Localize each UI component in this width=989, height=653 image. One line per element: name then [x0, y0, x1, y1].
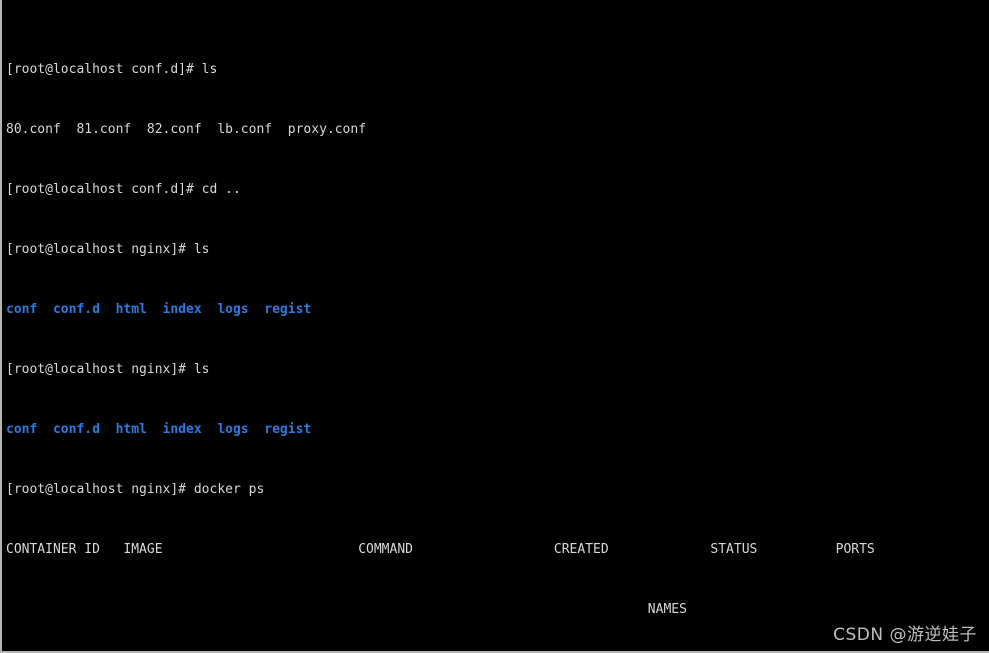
ls-output-confd: 80.conf 81.conf 82.conf lb.conf proxy.co… — [6, 122, 367, 137]
command-text: ls — [193, 362, 210, 377]
shell-prompt: [root@localhost nginx]# — [6, 362, 194, 377]
shell-prompt: [root@localhost nginx]# — [6, 242, 194, 257]
terminal-line: conf conf.d html index logs regist — [6, 422, 989, 437]
command-text: ls — [193, 242, 210, 257]
terminal-line: [root@localhost nginx]# ls — [6, 242, 989, 257]
command-text: cd .. — [201, 182, 241, 197]
shell-prompt: [root@localhost nginx]# — [6, 482, 194, 497]
terminal-line: 80.conf 81.conf 82.conf lb.conf proxy.co… — [6, 122, 989, 137]
docker-ps-header: CONTAINER ID IMAGE COMMAND CREATED STATU… — [6, 542, 989, 557]
docker-ps-header-names-text: NAMES — [6, 602, 687, 617]
ls-output-nginx-dir: conf conf.d html index logs regist — [6, 302, 312, 317]
terminal-line: [root@localhost nginx]# docker ps — [6, 482, 989, 497]
terminal-line: conf conf.d html index logs regist — [6, 302, 989, 317]
command-text: ls — [201, 62, 218, 77]
terminal-line: [root@localhost conf.d]# cd .. — [6, 182, 989, 197]
ls-output-nginx-dir: conf conf.d html index logs regist — [6, 422, 312, 437]
terminal-line: [root@localhost nginx]# ls — [6, 362, 989, 377]
terminal-window[interactable]: [root@localhost conf.d]# ls 80.conf 81.c… — [0, 0, 989, 653]
shell-prompt: [root@localhost conf.d]# — [6, 62, 202, 77]
command-text: docker ps — [193, 482, 265, 497]
terminal-line: [root@localhost conf.d]# ls — [6, 62, 989, 77]
terminal-screen[interactable]: [root@localhost conf.d]# ls 80.conf 81.c… — [6, 2, 989, 651]
docker-ps-header-names: NAMES — [6, 602, 989, 617]
shell-prompt: [root@localhost conf.d]# — [6, 182, 202, 197]
csdn-watermark: CSDN @游逆娃子 — [833, 625, 977, 645]
docker-ps-header-text: CONTAINER ID IMAGE COMMAND CREATED STATU… — [6, 542, 875, 557]
